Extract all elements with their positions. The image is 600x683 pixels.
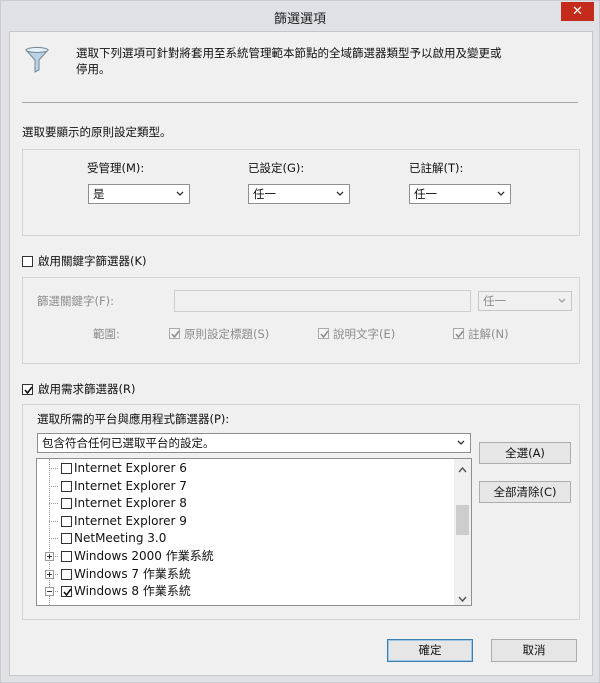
expand-icon[interactable] [45,569,54,579]
platform-checkbox[interactable] [61,480,72,492]
scope-policy-title-label: 原則設定標題(S) [184,327,270,341]
platform-checkbox[interactable] [61,568,72,580]
configured-select[interactable]: 任一 [248,184,350,204]
select-all-button[interactable]: 全選(A) [479,442,571,464]
keyword-match-value: 任一 [483,294,506,308]
managed-select-value: 是 [93,187,105,201]
platform-checkbox[interactable] [61,463,72,474]
chevron-down-icon [175,185,185,203]
scope-label: 範圍: [93,327,120,341]
keyword-filter-label: 啟用關鍵字篩選器(K) [38,254,147,268]
platform-label: Internet Explorer 8 [74,496,187,511]
title-bar: 篩選選項 ✕ [1,1,599,31]
clear-all-button[interactable]: 全部清除(C) [479,481,571,503]
commented-label: 已註解(T): [409,161,464,175]
window-title: 篩選選項 [273,12,326,27]
chevron-down-icon [456,434,466,452]
tree-scrollbar[interactable] [454,459,471,605]
configured-label: 已設定(G): [248,161,305,175]
close-button[interactable]: ✕ [561,2,594,21]
scroll-thumb[interactable] [456,505,469,535]
scope-comment-label: 註解(N) [468,327,509,341]
scope-help-text-label: 說明文字(E) [333,327,396,341]
tree-connector-line [49,485,58,488]
expand-icon[interactable] [45,552,54,561]
platform-checkbox[interactable] [61,533,72,545]
intro-text-line1: 選取下列選項可針對將套用至系統管理範本節點的全域篩選器類型予以啟用及變更或 [76,46,502,60]
platform-label: Internet Explorer 9 [74,513,187,528]
platform-checkbox[interactable] [61,498,72,510]
scroll-down-icon[interactable] [457,592,468,605]
platform-mode-value: 包含符合任何已選取平台的設定。 [42,436,215,450]
platform-label: Windows 2000 作業系統 [74,549,214,563]
platform-tree-item[interactable]: NetMeeting 3.0 [37,530,453,547]
scope-policy-title-checkbox[interactable] [169,328,180,339]
configured-select-value: 任一 [253,187,276,201]
platform-label: Windows 7 作業系統 [74,566,191,581]
requirements-filter-label: 啟用需求篩選器(R) [38,382,136,396]
setting-type-label: 選取要顯示的原則設定類型。 [22,125,172,139]
platform-tree[interactable]: Internet Explorer 6 Internet Explorer 7 In… [36,458,472,606]
managed-label: 受管理(M): [87,161,145,175]
keyword-filter-group: 篩選關鍵字(F): 任一 範圍: 原則設定標題(S) 說明文字(E) 註解(N) [22,277,580,364]
filter-keyword-label: 篩選關鍵字(F): [37,294,114,308]
scroll-up-icon[interactable] [457,463,468,477]
chevron-down-icon [557,292,567,310]
keyword-input[interactable] [174,290,471,312]
filter-funnel-icon [24,46,50,74]
dialog-client: 選取下列選項可針對將套用至系統管理範本節點的全域篩選器類型予以啟用及變更或 停用… [9,31,593,676]
platform-tree-item[interactable]: Internet Explorer 8 [37,495,453,512]
tree-connector-line [49,520,58,523]
platform-label: Windows 8 作業系統 [74,584,191,599]
platform-tree-item[interactable]: Internet Explorer 9 [37,513,453,530]
commented-select[interactable]: 任一 [409,184,511,204]
intro-text-line2: 停用。 [76,62,111,76]
keyword-match-select[interactable]: 任一 [478,291,572,311]
ok-button[interactable]: 確定 [387,639,473,662]
platform-tree-item[interactable]: Internet Explorer 6 [37,460,453,477]
managed-select[interactable]: 是 [88,184,190,204]
platform-tree-item[interactable]: Windows 2000 作業系統 [37,548,453,565]
keyword-filter-checkbox[interactable] [22,256,33,267]
platform-label: NetMeeting 3.0 [74,531,167,546]
platform-mode-select[interactable]: 包含符合任何已選取平台的設定。 [37,433,471,453]
platform-tree-item[interactable]: Internet Explorer 7 [37,478,453,495]
collapse-icon[interactable] [45,587,54,597]
requirements-filter-checkbox[interactable] [22,384,33,395]
scope-comment-checkbox[interactable] [453,328,464,339]
filter-options-dialog: 篩選選項 ✕ 選取下列選項可針對將套用至系統管理範本節點的全域篩選器類型予以啟用… [0,0,600,683]
commented-select-value: 任一 [414,187,437,201]
setting-type-group: 受管理(M): 是 已設定(G): 任一 已註解(T): 任一 [22,149,580,236]
cancel-button[interactable]: 取消 [491,639,577,662]
platform-label: Internet Explorer 6 [74,461,187,475]
platform-label: Internet Explorer 7 [74,478,187,493]
separator [22,102,578,103]
platform-tree-item[interactable]: Windows 7 作業系統 [37,566,453,583]
platform-checkbox[interactable] [61,586,72,598]
platform-checkbox[interactable] [61,515,72,527]
tree-connector-line [49,503,58,505]
tree-connector-line [49,468,58,470]
chevron-down-icon [335,185,345,203]
tree-connector-line [49,538,58,540]
chevron-down-icon [496,185,506,203]
platform-tree-item[interactable]: Windows 8 作業系統 [37,583,453,600]
scope-help-text-checkbox[interactable] [318,328,329,339]
platform-checkbox[interactable] [61,551,72,562]
platforms-label: 選取所需的平台與應用程式篩選器(P): [37,412,230,426]
